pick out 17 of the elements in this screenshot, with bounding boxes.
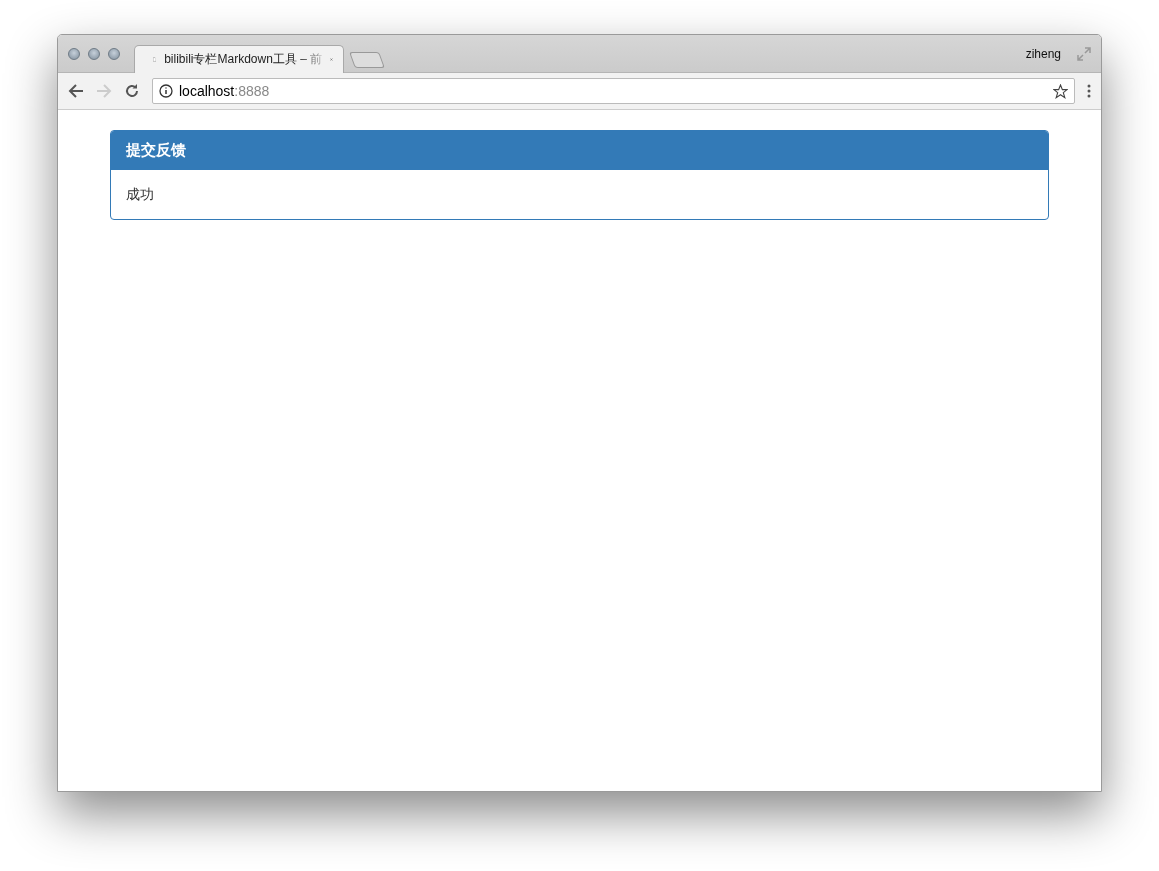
panel-text: 成功 — [126, 186, 154, 202]
url-host: localhost — [179, 83, 235, 99]
new-tab-button[interactable] — [349, 52, 385, 68]
reload-button[interactable] — [124, 83, 140, 99]
star-icon[interactable] — [1053, 83, 1068, 99]
menu-icon[interactable] — [1087, 84, 1091, 98]
window-control-icon[interactable] — [68, 47, 80, 60]
address-field[interactable]: localhost:8888 — [152, 78, 1075, 104]
url-port: :8888 — [234, 83, 270, 99]
panel-title: 提交反馈 — [126, 141, 186, 158]
fullscreen-icon[interactable] — [1077, 46, 1091, 61]
profile-name[interactable]: ziheng — [1025, 46, 1061, 61]
window-control-icon[interactable] — [108, 47, 120, 60]
window-control-icon[interactable] — [88, 47, 100, 60]
info-icon[interactable] — [159, 84, 173, 98]
browser-tab[interactable]: bilibili专栏Markdown工具 – 前 — [134, 45, 344, 73]
back-button[interactable] — [68, 83, 84, 99]
